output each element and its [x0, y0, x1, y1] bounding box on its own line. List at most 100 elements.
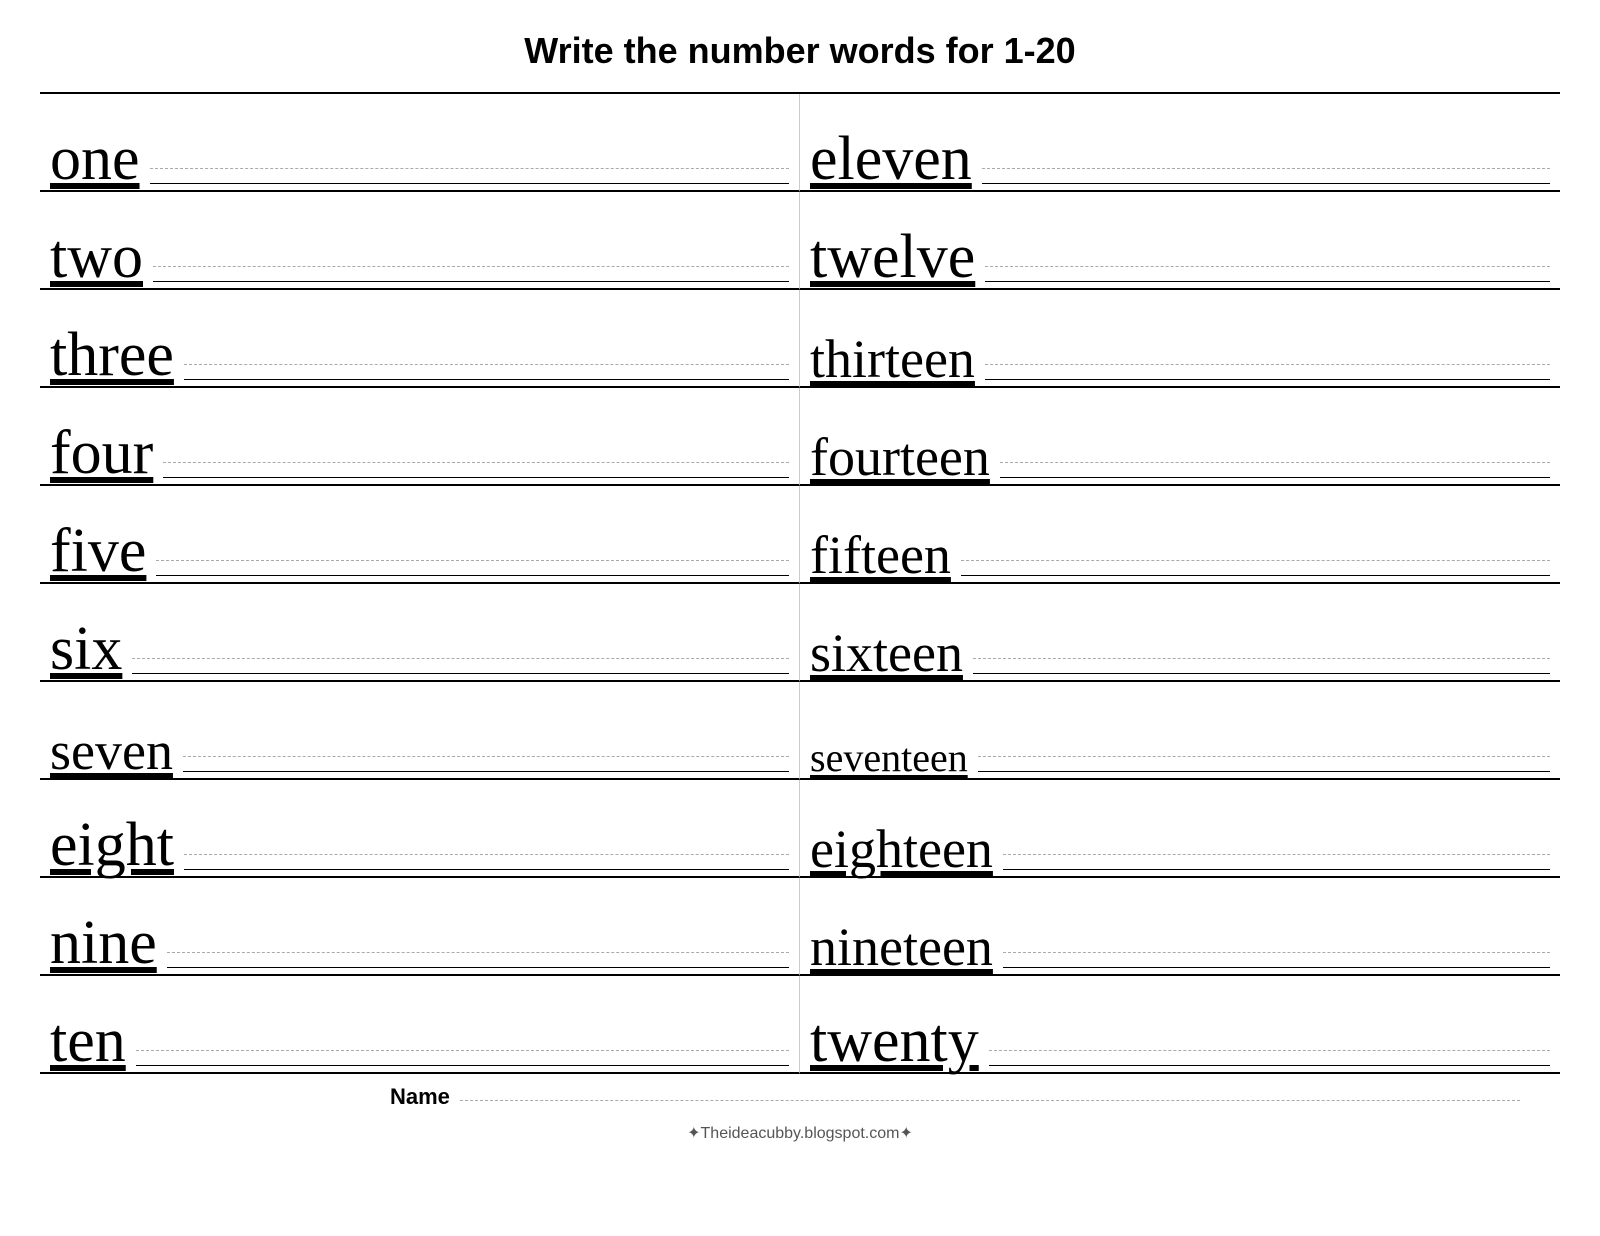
row-twenty: twenty [800, 976, 1560, 1074]
dashed-line [163, 462, 789, 463]
worksheet: one eleven two twelve three [40, 92, 1560, 1074]
row-one: one [40, 94, 800, 192]
name-row: Name [40, 1074, 1560, 1115]
word-seventeen: seventeen [810, 738, 968, 778]
solid-line [985, 281, 1550, 282]
row-four: four [40, 388, 800, 486]
write-area-six [132, 600, 789, 680]
solid-line [184, 379, 789, 380]
solid-line [989, 1065, 1550, 1066]
dashed-line [150, 168, 789, 169]
dashed-line [132, 658, 789, 659]
row-seven: seven [40, 682, 800, 780]
solid-line [153, 281, 789, 282]
write-area-fifteen [961, 502, 1550, 582]
row-two: two [40, 192, 800, 290]
write-area-two [153, 208, 789, 288]
dashed-line [973, 658, 1550, 659]
write-area-fourteen [1000, 404, 1550, 484]
word-three: three [50, 324, 174, 386]
word-sixteen: sixteen [810, 626, 963, 680]
row-fourteen: fourteen [800, 388, 1560, 486]
dashed-line [989, 1050, 1550, 1051]
word-thirteen: thirteen [810, 332, 975, 386]
solid-line [183, 771, 789, 772]
row-eight: eight [40, 780, 800, 878]
write-area-twelve [985, 208, 1550, 288]
write-area-thirteen [985, 306, 1550, 386]
solid-line [973, 673, 1550, 674]
write-area-twenty [989, 992, 1550, 1072]
row-ten: ten [40, 976, 800, 1074]
dashed-line [184, 854, 789, 855]
word-seven: seven [50, 724, 173, 778]
dashed-line [961, 560, 1550, 561]
row-twelve: twelve [800, 192, 1560, 290]
row-seventeen: seventeen [800, 682, 1560, 780]
word-eight: eight [50, 814, 174, 876]
write-area-one [150, 110, 789, 190]
word-nine: nine [50, 912, 157, 974]
page-title: Write the number words for 1-20 [524, 30, 1075, 72]
row-five: five [40, 486, 800, 584]
solid-line [1003, 869, 1550, 870]
write-area-ten [136, 992, 789, 1072]
word-one: one [50, 128, 140, 190]
write-area-sixteen [973, 600, 1550, 680]
write-area-nineteen [1003, 894, 1550, 974]
solid-line [985, 379, 1550, 380]
dashed-line [1003, 952, 1550, 953]
word-ten: ten [50, 1010, 126, 1072]
solid-line [132, 673, 789, 674]
dashed-line [985, 364, 1550, 365]
write-area-nine [167, 894, 789, 974]
dashed-line [153, 266, 789, 267]
write-area-five [156, 502, 789, 582]
dashed-line [156, 560, 789, 561]
solid-line [150, 183, 789, 184]
row-three: three [40, 290, 800, 388]
dashed-line [1000, 462, 1550, 463]
write-area-eighteen [1003, 796, 1550, 876]
dashed-line [184, 364, 789, 365]
row-nine: nine [40, 878, 800, 976]
solid-line [184, 869, 789, 870]
write-area-three [184, 306, 789, 386]
word-four: four [50, 422, 153, 484]
name-line [460, 1100, 1520, 1101]
word-fourteen: fourteen [810, 430, 990, 484]
row-eighteen: eighteen [800, 780, 1560, 878]
row-fifteen: fifteen [800, 486, 1560, 584]
solid-line [961, 575, 1550, 576]
word-twelve: twelve [810, 226, 975, 288]
word-nineteen: nineteen [810, 920, 993, 974]
write-area-seventeen [978, 698, 1550, 778]
solid-line [982, 183, 1550, 184]
solid-line [136, 1065, 789, 1066]
row-thirteen: thirteen [800, 290, 1560, 388]
solid-line [167, 967, 789, 968]
row-eleven: eleven [800, 94, 1560, 192]
dashed-line [167, 952, 789, 953]
write-area-seven [183, 698, 789, 778]
solid-line [1000, 477, 1550, 478]
row-sixteen: sixteen [800, 584, 1560, 682]
dashed-line [982, 168, 1550, 169]
word-fifteen: fifteen [810, 528, 951, 582]
row-nineteen: nineteen [800, 878, 1560, 976]
dashed-line [1003, 854, 1550, 855]
word-five: five [50, 520, 146, 582]
solid-line [163, 477, 789, 478]
word-eighteen: eighteen [810, 822, 993, 876]
solid-line [156, 575, 789, 576]
write-area-four [163, 404, 789, 484]
word-eleven: eleven [810, 128, 972, 190]
footer: ✦Theideacubby.blogspot.com✦ [687, 1123, 913, 1143]
word-six: six [50, 618, 122, 680]
dashed-line [183, 756, 789, 757]
word-twenty: twenty [810, 1010, 979, 1072]
solid-line [1003, 967, 1550, 968]
row-six: six [40, 584, 800, 682]
name-label: Name [390, 1084, 450, 1110]
word-two: two [50, 226, 143, 288]
